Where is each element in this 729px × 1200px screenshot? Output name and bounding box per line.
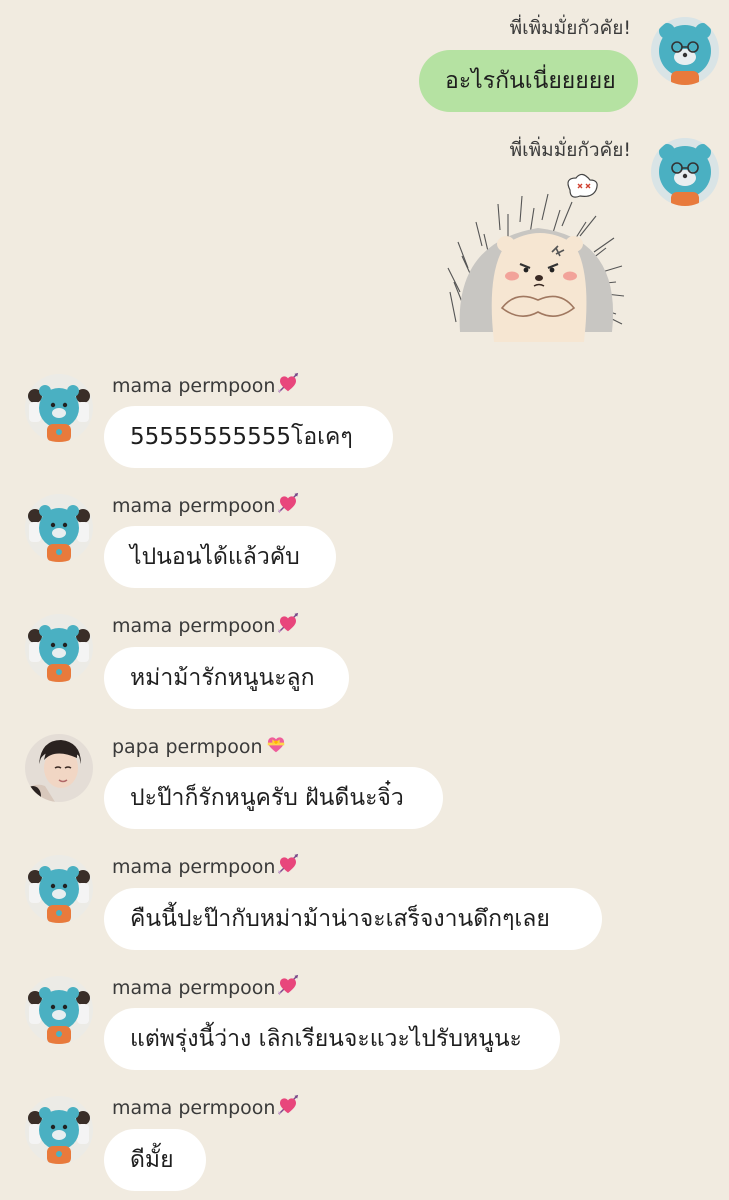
bear-group-avatar-icon	[25, 494, 93, 562]
sender-name: mama permpoon	[112, 492, 299, 518]
message-text: อะไรกันเนี่ยยยยย	[445, 68, 616, 94]
sender-name: mama permpoon	[112, 612, 299, 638]
sender-name: mama permpoon	[112, 853, 299, 879]
avatar-mama[interactable]	[25, 494, 93, 562]
chat-view[interactable]: พี่เพิ่มมั่ยกัวคัย! อะไรกันเนี่ยยยยย พี่…	[0, 0, 729, 1200]
sender-name: mama permpoon	[112, 372, 299, 398]
avatar-mama[interactable]	[25, 1096, 93, 1164]
bear-group-avatar-icon	[25, 374, 93, 442]
message-text: ปะป๊าก็รักหนูครับ ฝันดีนะจิ๋ว	[130, 785, 404, 811]
avatar-mama[interactable]	[25, 374, 93, 442]
message-text: คืนนี้ปะป๊ากับหม่าม้าน่าจะเสร็จงานดึกๆเล…	[130, 906, 550, 932]
bear-group-avatar-icon	[25, 1096, 93, 1164]
message-bubble-incoming[interactable]: 55555555555โอเคๆ	[104, 406, 393, 468]
sender-name-self: พี่เพิ่มมั่ยกัวคัย!	[509, 17, 631, 39]
bear-avatar-icon	[651, 138, 719, 206]
heart-arrow-icon	[277, 612, 299, 634]
message-bubble-incoming[interactable]: แต่พรุ่งนี้ว่าง เลิกเรียนจะแวะไปรับหนูนะ	[104, 1008, 560, 1070]
message-text: 55555555555โอเคๆ	[130, 424, 353, 450]
bear-avatar-icon	[651, 17, 719, 85]
message-text: แต่พรุ่งนี้ว่าง เลิกเรียนจะแวะไปรับหนูนะ	[130, 1026, 522, 1052]
message-bubble-incoming[interactable]: หม่าม้ารักหนูนะลูก	[104, 647, 349, 709]
person-avatar-icon	[25, 734, 93, 802]
message-bubble-incoming[interactable]: ดีมั้ย	[104, 1129, 206, 1191]
avatar-mama[interactable]	[25, 855, 93, 923]
sender-name: mama permpoon	[112, 974, 299, 1000]
heart-arrow-icon	[277, 974, 299, 996]
avatar-self[interactable]	[651, 138, 719, 206]
avatar-mama[interactable]	[25, 976, 93, 1044]
avatar-mama[interactable]	[25, 614, 93, 682]
message-text: ดีมั้ย	[130, 1147, 174, 1173]
message-bubble-outgoing[interactable]: อะไรกันเนี่ยยยยย	[419, 50, 638, 112]
bear-group-avatar-icon	[25, 976, 93, 1044]
heart-arrow-icon	[277, 372, 299, 394]
sender-name-self: พี่เพิ่มมั่ยกัวคัย!	[509, 139, 631, 161]
heart-arrow-icon	[277, 853, 299, 875]
hedgehog-sticker-icon	[447, 173, 625, 342]
message-bubble-incoming[interactable]: คืนนี้ปะป๊ากับหม่าม้าน่าจะเสร็จงานดึกๆเล…	[104, 888, 602, 950]
hedgehog-grumpy-sticker[interactable]	[446, 172, 626, 344]
message-text: หม่าม้ารักหนูนะลูก	[130, 665, 315, 691]
avatar-self[interactable]	[651, 17, 719, 85]
message-bubble-incoming[interactable]: ปะป๊าก็รักหนูครับ ฝันดีนะจิ๋ว	[104, 767, 443, 829]
bear-group-avatar-icon	[25, 855, 93, 923]
heart-arrow-icon	[277, 492, 299, 514]
sender-name: mama permpoon	[112, 1094, 299, 1120]
heart-arrow-icon	[277, 1094, 299, 1116]
message-text: ไปนอนได้แล้วคับ	[130, 544, 300, 570]
sender-name: papa permpoon	[112, 733, 287, 759]
message-bubble-incoming[interactable]: ไปนอนได้แล้วคับ	[104, 526, 336, 588]
heart-ribbon-icon	[265, 733, 287, 755]
bear-group-avatar-icon	[25, 614, 93, 682]
avatar-papa[interactable]	[25, 734, 93, 802]
